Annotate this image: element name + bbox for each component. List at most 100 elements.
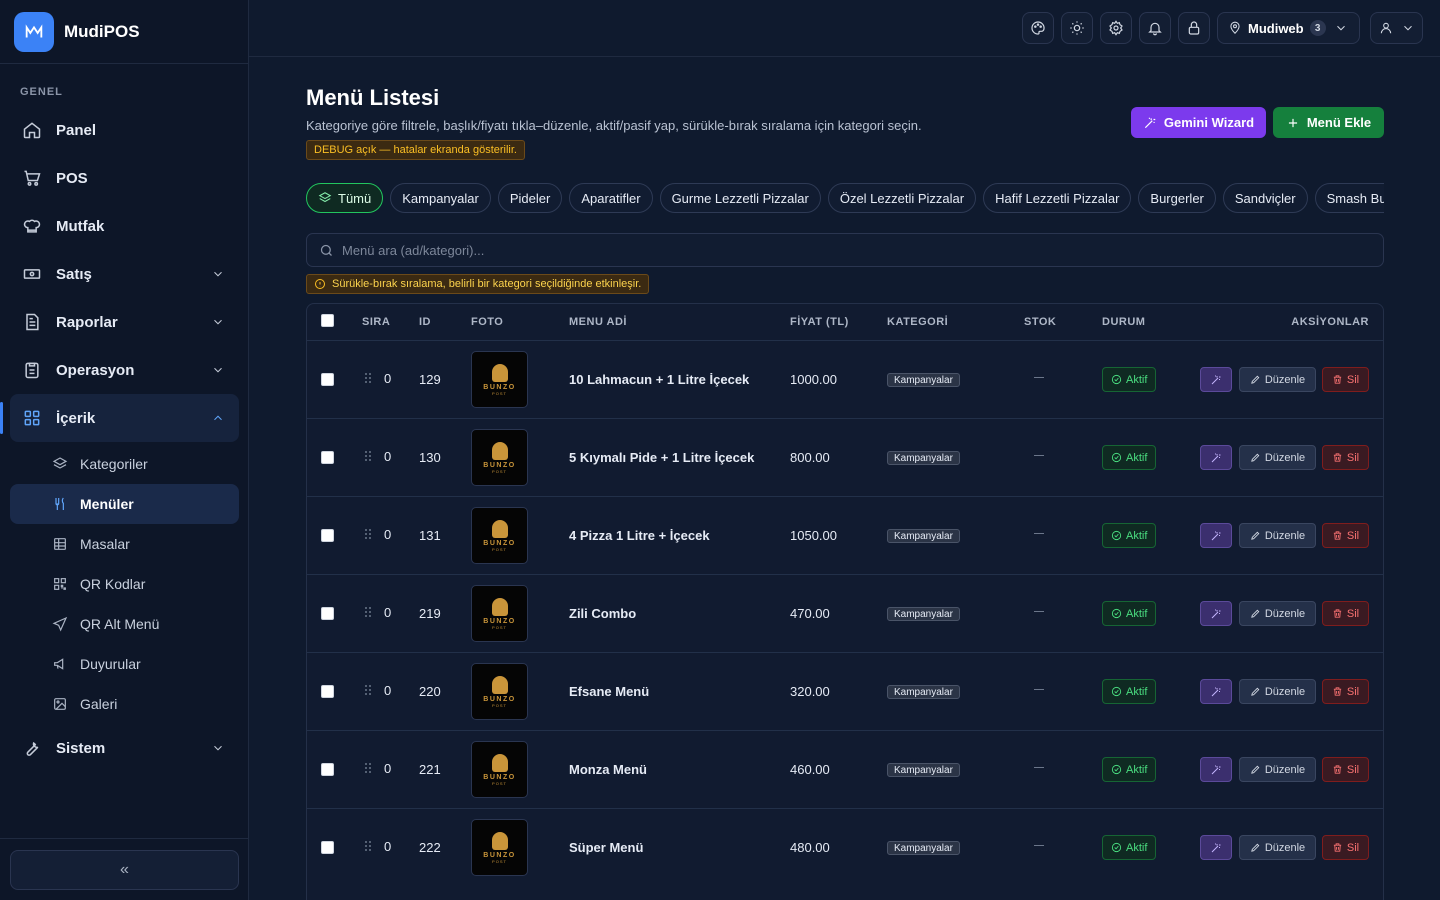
row-ai-button[interactable] (1200, 601, 1232, 626)
row-checkbox[interactable] (321, 529, 334, 542)
row-delete-button[interactable]: Sil (1322, 679, 1369, 704)
table-row[interactable]: 0 220 BUNZO POST Efsane Menü 320.00 Kamp… (307, 652, 1383, 730)
chip-burgerler[interactable]: Burgerler (1138, 183, 1216, 213)
settings-button[interactable] (1100, 12, 1132, 44)
row-ai-button[interactable] (1200, 679, 1232, 704)
row-status-toggle[interactable]: Aktif (1102, 835, 1157, 860)
sidebar-item-galeri[interactable]: Galeri (10, 684, 239, 724)
search-input[interactable] (342, 242, 1342, 258)
chip-smash-burger[interactable]: Smash Burger (1314, 183, 1384, 213)
chip-sandvicler[interactable]: Sandviçler (1222, 183, 1308, 213)
drag-handle[interactable] (365, 373, 373, 385)
row-edit-button[interactable]: Düzenle (1239, 367, 1316, 392)
row-checkbox[interactable] (321, 685, 334, 698)
row-price[interactable]: 1050.00 (790, 528, 837, 543)
row-edit-button[interactable]: Düzenle (1239, 835, 1316, 860)
table-row[interactable]: 0 222 BUNZO POST Süper Menü 480.00 Kampa… (307, 808, 1383, 886)
menu-photo[interactable]: BUNZO POST (471, 819, 528, 876)
row-menu-name[interactable]: Monza Menü (569, 762, 647, 777)
row-ai-button[interactable] (1200, 367, 1232, 392)
chip-ozel-pizzalar[interactable]: Özel Lezzetli Pizzalar (827, 183, 977, 213)
brand[interactable]: MudiPOS (0, 0, 248, 64)
notifications-button[interactable] (1139, 12, 1171, 44)
sidebar-item-sistem[interactable]: Sistem (10, 724, 239, 772)
table-row[interactable]: 0 129 BUNZO POST 10 Lahmacun + 1 Litre İ… (307, 340, 1383, 418)
sidebar-item-pos[interactable]: POS (10, 154, 239, 202)
row-delete-button[interactable]: Sil (1322, 445, 1369, 470)
sidebar-item-qr-alt-menu[interactable]: QR Alt Menü (10, 604, 239, 644)
menu-photo[interactable]: BUNZO POST (471, 351, 528, 408)
row-price[interactable]: 480.00 (790, 840, 830, 855)
profile-menu-button[interactable] (1370, 12, 1423, 44)
chip-tumu[interactable]: Tümü (306, 183, 384, 213)
row-menu-name[interactable]: Zili Combo (569, 606, 636, 621)
row-delete-button[interactable]: Sil (1322, 757, 1369, 782)
header-id[interactable]: ID (419, 316, 431, 328)
row-ai-button[interactable] (1200, 757, 1232, 782)
header-fiyat[interactable]: FİYAT (TL) (790, 316, 849, 328)
row-status-toggle[interactable]: Aktif (1102, 601, 1157, 626)
row-status-toggle[interactable]: Aktif (1102, 679, 1157, 704)
sidebar-item-qr-kodlar[interactable]: QR Kodlar (10, 564, 239, 604)
row-checkbox[interactable] (321, 607, 334, 620)
sidebar-item-duyurular[interactable]: Duyurular (10, 644, 239, 684)
drag-handle[interactable] (365, 685, 373, 697)
drag-handle[interactable] (365, 529, 373, 541)
menu-photo[interactable]: BUNZO POST (471, 585, 528, 642)
drag-handle[interactable] (365, 763, 373, 775)
row-edit-button[interactable]: Düzenle (1239, 601, 1316, 626)
lock-button[interactable] (1178, 12, 1210, 44)
row-menu-name[interactable]: 4 Pizza 1 Litre + İçecek (569, 528, 710, 543)
select-all-checkbox[interactable] (321, 314, 334, 327)
table-row[interactable]: 0 221 BUNZO POST Monza Menü 460.00 Kampa… (307, 730, 1383, 808)
chip-aparatifler[interactable]: Aparatifler (569, 183, 653, 213)
menu-photo[interactable]: BUNZO POST (471, 507, 528, 564)
header-menu-adi[interactable]: MENU ADİ (569, 316, 627, 328)
drag-handle[interactable] (365, 607, 373, 619)
table-row[interactable]: 0 130 BUNZO POST 5 Kıymalı Pide + 1 Litr… (307, 418, 1383, 496)
header-kategori[interactable]: KATEGORİ (887, 316, 948, 328)
chip-gurme-pizzalar[interactable]: Gurme Lezzetli Pizzalar (659, 183, 821, 213)
row-ai-button[interactable] (1200, 445, 1232, 470)
row-edit-button[interactable]: Düzenle (1239, 757, 1316, 782)
row-status-toggle[interactable]: Aktif (1102, 367, 1157, 392)
row-menu-name[interactable]: Süper Menü (569, 840, 643, 855)
row-edit-button[interactable]: Düzenle (1239, 679, 1316, 704)
row-edit-button[interactable]: Düzenle (1239, 445, 1316, 470)
sidebar-item-icerik[interactable]: İçerik (0, 394, 239, 442)
header-sira[interactable]: SIRA (362, 316, 390, 328)
row-checkbox[interactable] (321, 451, 334, 464)
collapse-sidebar-button[interactable]: « (10, 850, 239, 890)
drag-handle[interactable] (365, 841, 373, 853)
chip-pideler[interactable]: Pideler (497, 183, 563, 213)
row-delete-button[interactable]: Sil (1322, 835, 1369, 860)
row-status-toggle[interactable]: Aktif (1102, 445, 1157, 470)
add-menu-button[interactable]: Menü Ekle (1273, 107, 1384, 138)
sidebar-item-menuler[interactable]: Menüler (10, 484, 239, 524)
row-edit-button[interactable]: Düzenle (1239, 523, 1316, 548)
sidebar-item-raporlar[interactable]: Raporlar (10, 298, 239, 346)
row-price[interactable]: 800.00 (790, 450, 830, 465)
row-menu-name[interactable]: 5 Kıymalı Pide + 1 Litre İçecek (569, 450, 754, 465)
chip-hafif-pizzalar[interactable]: Hafif Lezzetli Pizzalar (983, 183, 1132, 213)
row-checkbox[interactable] (321, 763, 334, 776)
table-row[interactable]: 0 219 BUNZO POST Zili Combo 470.00 Kampa… (307, 574, 1383, 652)
row-price[interactable]: 1000.00 (790, 372, 837, 387)
sidebar-item-satis[interactable]: Satış (10, 250, 239, 298)
row-menu-name[interactable]: Efsane Menü (569, 684, 649, 699)
table-row[interactable]: 0 131 BUNZO POST 4 Pizza 1 Litre + İçece… (307, 496, 1383, 574)
row-price[interactable]: 320.00 (790, 684, 830, 699)
row-menu-name[interactable]: 10 Lahmacun + 1 Litre İçecek (569, 372, 749, 387)
row-ai-button[interactable] (1200, 835, 1232, 860)
menu-photo[interactable]: BUNZO POST (471, 741, 528, 798)
row-status-toggle[interactable]: Aktif (1102, 757, 1157, 782)
brightness-button[interactable] (1061, 12, 1093, 44)
menu-photo[interactable]: BUNZO POST (471, 429, 528, 486)
row-status-toggle[interactable]: Aktif (1102, 523, 1157, 548)
gemini-wizard-button[interactable]: Gemini Wizard (1131, 107, 1266, 138)
theme-palette-button[interactable] (1022, 12, 1054, 44)
sidebar-item-operasyon[interactable]: Operasyon (10, 346, 239, 394)
drag-handle[interactable] (365, 451, 373, 463)
chip-kampanyalar[interactable]: Kampanyalar (390, 183, 491, 213)
sidebar-item-kategoriler[interactable]: Kategoriler (10, 444, 239, 484)
